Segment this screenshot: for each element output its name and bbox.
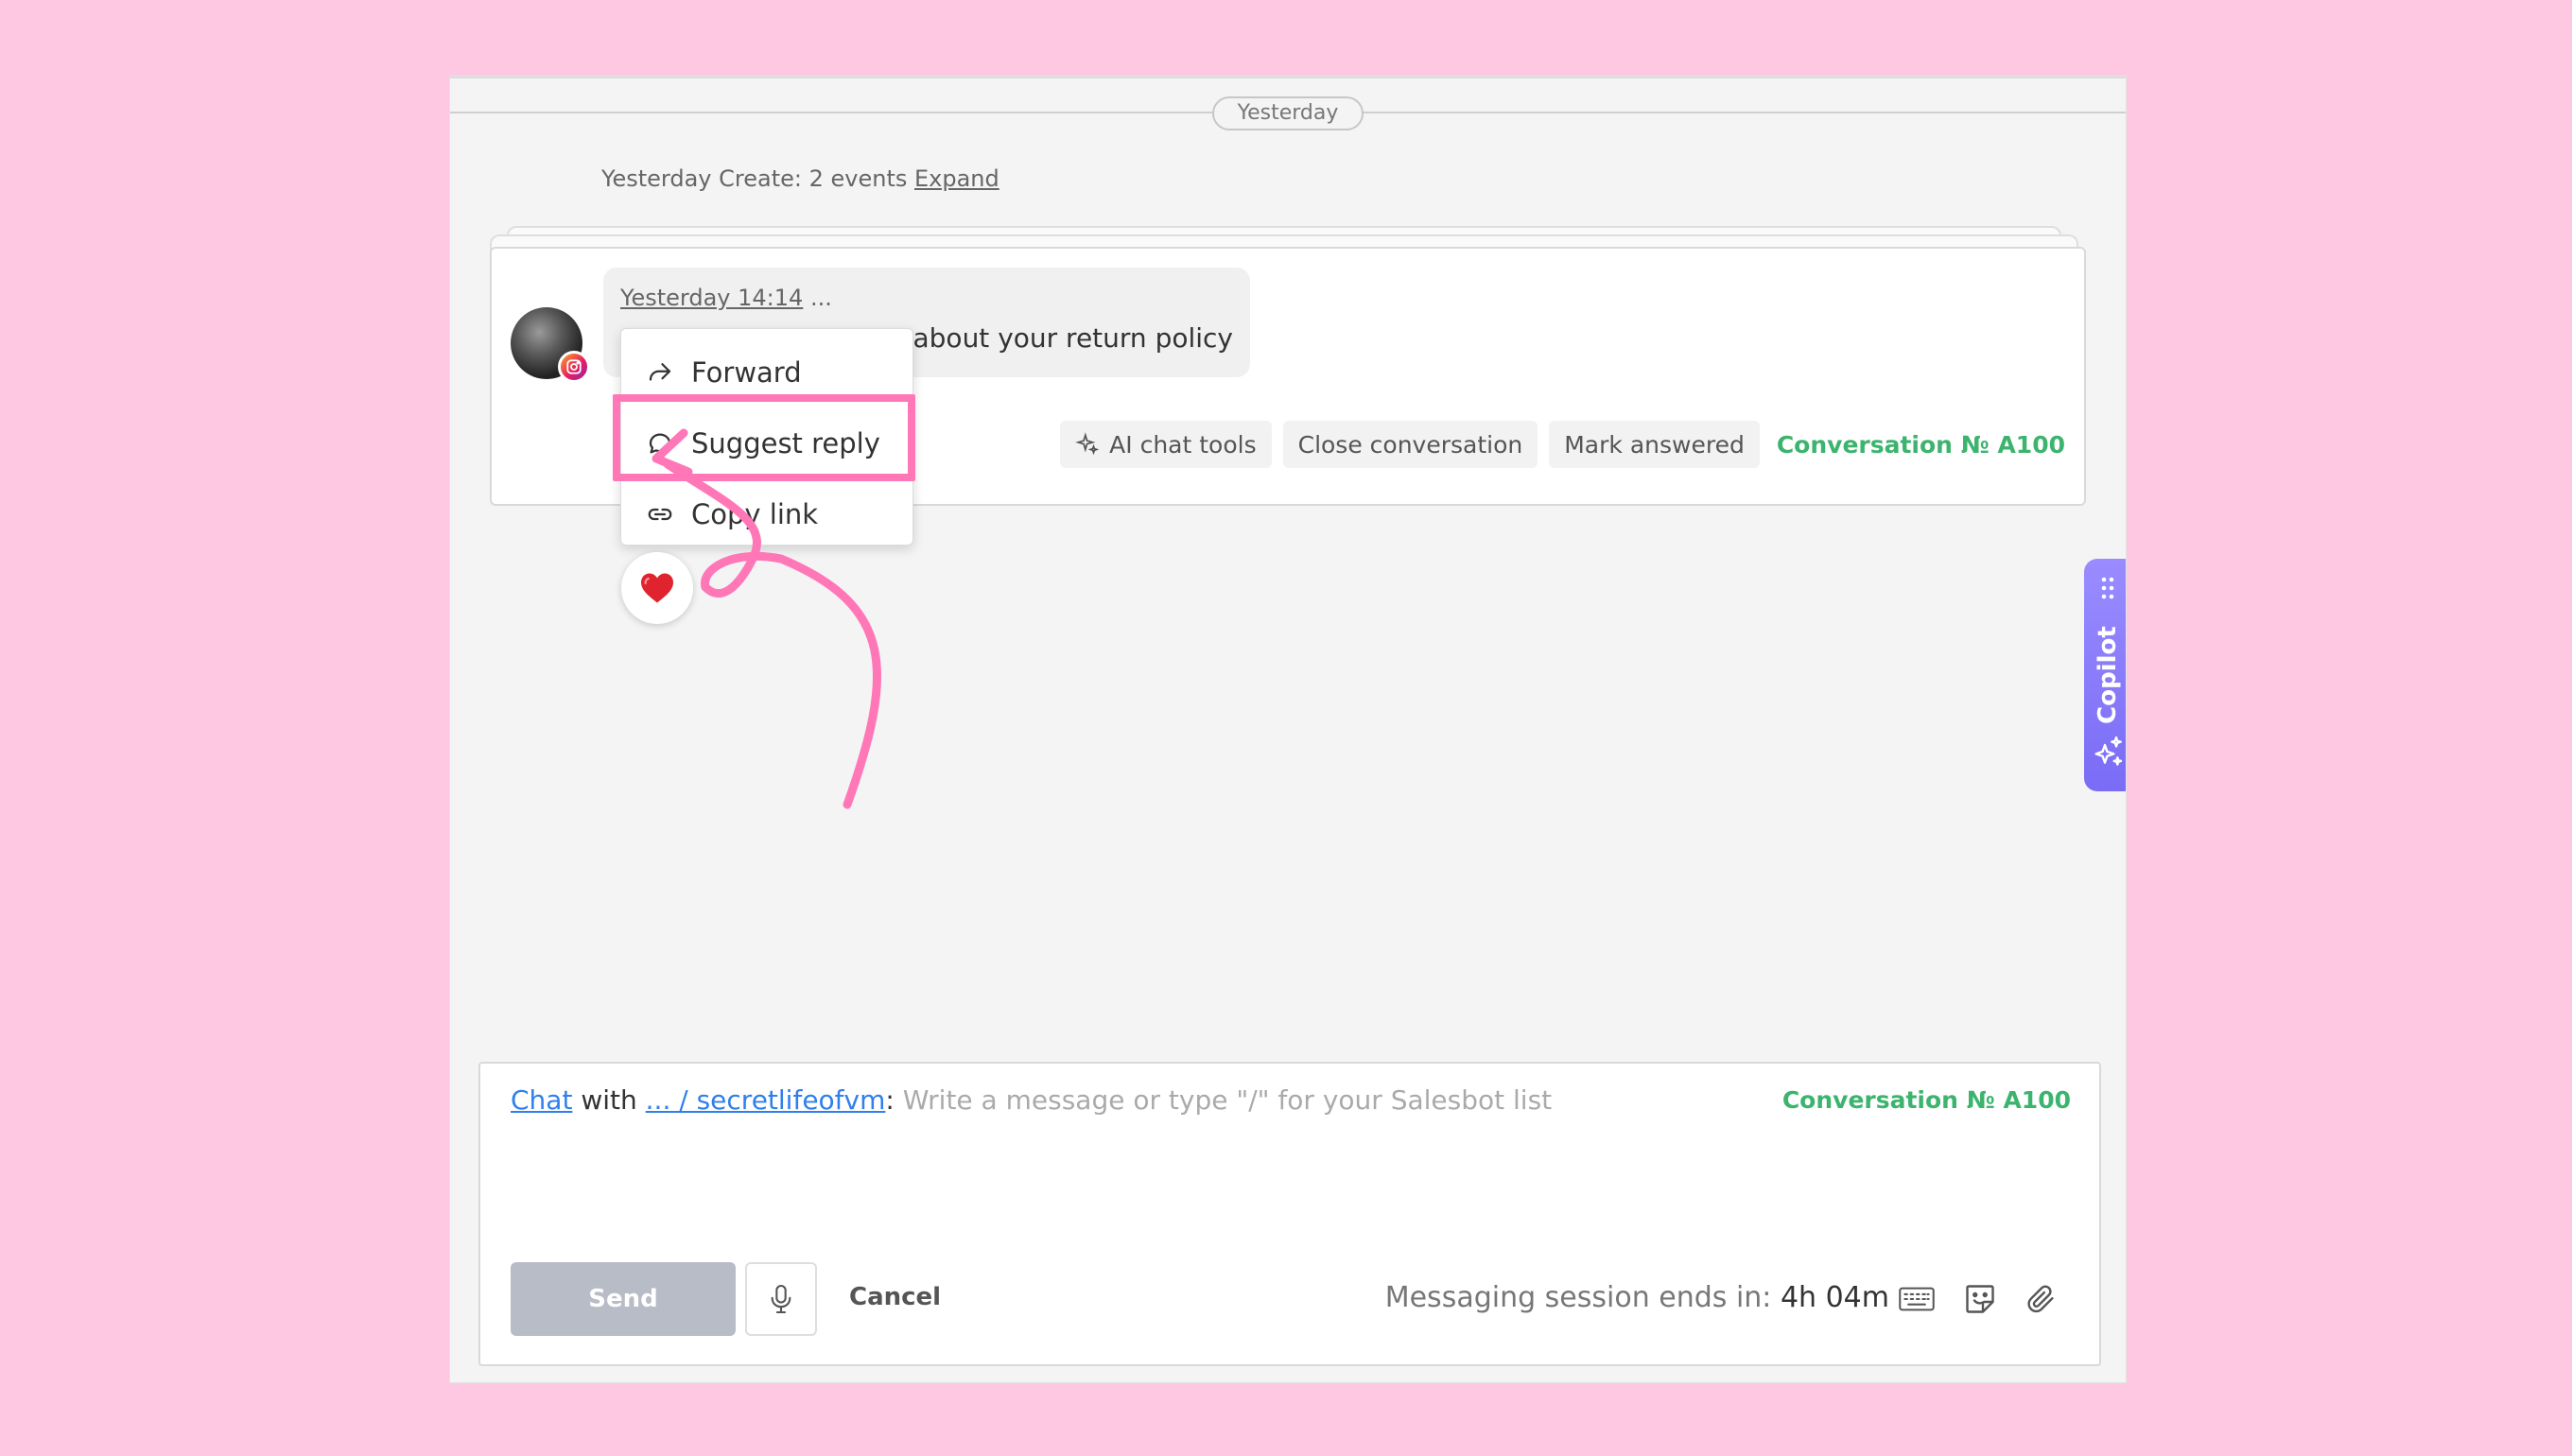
chat-panel: Yesterday Yesterday Create: 2 events Exp… xyxy=(449,76,2127,1383)
sparkle-icon xyxy=(2094,736,2123,766)
sticker-icon xyxy=(1966,1285,1994,1313)
session-timer: Messaging session ends in: 4h 04m xyxy=(1385,1281,1889,1314)
attach-button[interactable] xyxy=(2020,1277,2063,1321)
with-text: with xyxy=(581,1084,637,1116)
message-composer: Chat with ... / secretlifeofvm: Write a … xyxy=(478,1062,2101,1366)
drag-handle-icon xyxy=(2101,577,2114,599)
copilot-label: Copilot xyxy=(2094,626,2122,724)
session-value: 4h 04m xyxy=(1780,1281,1889,1314)
contact-link[interactable]: ... / secretlifeofvm xyxy=(646,1084,886,1116)
keyboard-icon xyxy=(1899,1287,1935,1311)
copilot-tab[interactable]: Copilot xyxy=(2084,559,2126,791)
cancel-button[interactable]: Cancel xyxy=(849,1283,941,1311)
microphone-icon xyxy=(771,1284,791,1314)
composer-placeholder: Write a message or type "/" for your Sal… xyxy=(902,1084,1553,1116)
sticker-button[interactable] xyxy=(1958,1277,2002,1321)
session-label: Messaging session ends in: xyxy=(1384,1281,1772,1314)
composer-input[interactable]: Chat with ... / secretlifeofvm: Write a … xyxy=(511,1084,1552,1116)
voice-button[interactable] xyxy=(745,1262,817,1336)
composer-conversation-number[interactable]: Conversation № A100 xyxy=(1782,1086,2071,1114)
chat-type-link[interactable]: Chat xyxy=(511,1084,572,1116)
keyboard-button[interactable] xyxy=(1895,1277,1938,1321)
colon: : xyxy=(885,1084,895,1116)
paperclip-icon xyxy=(2027,1285,2054,1313)
send-button[interactable]: Send xyxy=(511,1262,736,1336)
